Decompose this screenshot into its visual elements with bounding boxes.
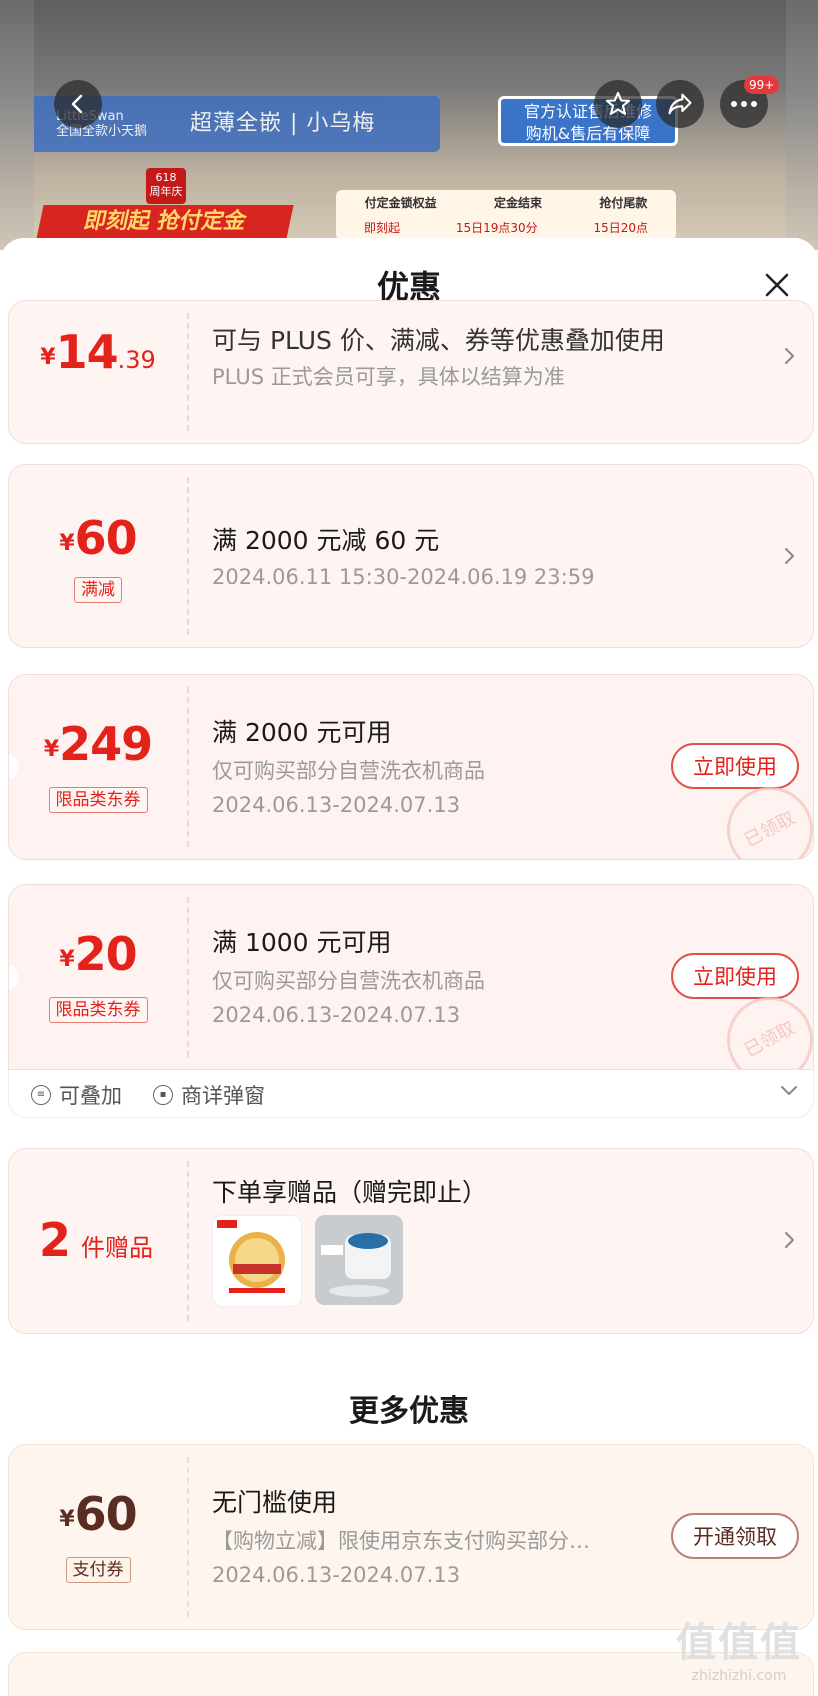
site-watermark: 值值值 zhizhizhi.com <box>676 1620 802 1684</box>
coupon-card-discount[interactable]: ¥60 满减 满 2000 元减 60 元 2024.06.11 15:30-2… <box>8 464 814 648</box>
promo-banner: 即刻起 抢付定金 <box>36 205 294 239</box>
card-divider <box>187 687 189 847</box>
coupon-card-20: ¥20 限品类东券 满 1000 元可用 仅可购买部分自营洗衣机商品 2024.… <box>8 884 814 1070</box>
deposit-step-2: 定金结束 <box>493 196 542 210</box>
close-button[interactable] <box>760 268 794 302</box>
activate-claim-button[interactable]: 开通领取 <box>671 1513 799 1559</box>
brand-text: 超薄全嵌 | 小乌梅 <box>190 111 376 136</box>
card-divider <box>187 897 189 1057</box>
coupon-amount: ¥60 <box>59 1487 137 1541</box>
payment-coupon-card: ¥60 支付券 无门槛使用 【购物立减】限使用京东支付购买部分… 2024.06… <box>8 1444 814 1630</box>
deposit-time-3: 15日20点 <box>593 221 649 235</box>
deposit-step-1: 付定金锁权益 <box>364 196 437 210</box>
coupon-validity: 2024.06.11 15:30-2024.06.19 23:59 <box>212 565 595 589</box>
official-badge: 官方认证售后维修 购机&售后有保障 <box>498 96 678 146</box>
coupon-title: 可与 PLUS 价、满减、券等优惠叠加使用 <box>212 326 665 355</box>
coupon-subtitle: PLUS 正式会员可享，具体以结算为准 <box>212 365 565 389</box>
product-hero-image: LittleSwan 全国全款小天鹅 超薄全嵌 | 小乌梅 官方认证售后维修 购… <box>0 0 818 250</box>
sheet-scroll-body[interactable]: ¥14.39 可与 PLUS 价、满减、券等优惠叠加使用 PLUS 正式会员可享… <box>0 300 818 1696</box>
coupon-type-tag: 限品类东券 <box>9 997 187 1023</box>
card-divider <box>187 477 189 635</box>
coupon-amount: ¥249 <box>43 717 153 771</box>
gift-card[interactable]: 2 件赠品 下单享赠品（赠完即止） <box>8 1148 814 1334</box>
use-now-button[interactable]: 立即使用 <box>671 953 799 999</box>
back-button[interactable] <box>54 80 102 128</box>
coupon-scope: 【购物立减】限使用京东支付购买部分… <box>212 1529 590 1553</box>
chevron-right-icon <box>785 548 794 564</box>
anniversary-badge: 618 周年庆 <box>146 168 186 204</box>
coupon-title: 满 2000 元可用 <box>212 718 392 747</box>
coupon-title: 无门槛使用 <box>212 1488 338 1517</box>
coupon-title: 满 2000 元减 60 元 <box>212 526 440 555</box>
coupon-validity: 2024.06.13-2024.07.13 <box>212 1003 461 1027</box>
more-offers-title: 更多优惠 <box>349 1394 469 1429</box>
detail-popup-tag: ▪ 商详弹窗 <box>153 1080 265 1110</box>
coupon-scope: 仅可购买部分自营洗衣机商品 <box>212 759 485 783</box>
coupon-type-tag: 限品类东券 <box>9 787 187 813</box>
deposit-time-1: 即刻起 <box>363 221 400 235</box>
chevron-down-icon[interactable] <box>779 1084 799 1098</box>
deposit-step-3: 抢付尾款 <box>599 196 648 210</box>
share-icon <box>668 93 692 115</box>
chevron-right-icon <box>785 348 794 364</box>
card-divider <box>187 1457 189 1617</box>
coupon-card-249: ¥249 限品类东券 满 2000 元可用 仅可购买部分自营洗衣机商品 2024… <box>8 674 814 860</box>
card-divider <box>187 1161 189 1321</box>
stackable-tag: ≡ 可叠加 <box>31 1080 122 1110</box>
popup-icon: ▪ <box>153 1085 173 1105</box>
chevron-right-icon <box>785 1232 794 1248</box>
coupon-type-tag: 满减 <box>9 577 187 603</box>
promotion-sheet: 优惠 ¥14.39 可与 PLUS 价、满减、券等优惠叠加使用 PLUS 正式会… <box>0 238 818 1696</box>
coupon-type-tag: 支付券 <box>9 1557 187 1583</box>
back-icon <box>71 94 83 114</box>
deposit-time-2: 15日19点30分 <box>455 221 538 235</box>
coupon-amount: ¥14.39 <box>40 325 156 379</box>
gift-title: 下单享赠品（赠完即止） <box>212 1178 488 1207</box>
coupon-validity: 2024.06.13-2024.07.13 <box>212 793 461 817</box>
coupon-amount: ¥60 <box>59 511 137 565</box>
more-icon <box>731 101 757 107</box>
card-divider <box>187 313 189 431</box>
coupon-footer[interactable]: ≡ 可叠加 ▪ 商详弹窗 <box>8 1070 814 1118</box>
coupon-scope: 仅可购买部分自营洗衣机商品 <box>212 969 485 993</box>
coupon-title: 满 1000 元可用 <box>212 928 392 957</box>
favorite-button[interactable] <box>594 80 642 128</box>
stack-icon: ≡ <box>31 1085 51 1105</box>
gift-image-2[interactable] <box>315 1215 403 1305</box>
use-now-button[interactable]: 立即使用 <box>671 743 799 789</box>
gift-count: 2 件赠品 <box>39 1213 154 1267</box>
coupon-card-plus[interactable]: ¥14.39 可与 PLUS 价、满减、券等优惠叠加使用 PLUS 正式会员可享… <box>8 300 814 444</box>
mini-washer-icon <box>315 1215 403 1305</box>
share-button[interactable] <box>656 80 704 128</box>
coupon-validity: 2024.06.13-2024.07.13 <box>212 1563 461 1587</box>
coupon-amount: ¥20 <box>59 927 137 981</box>
star-icon <box>605 91 631 115</box>
gift-badge-icon <box>217 1220 285 1293</box>
gift-image-1[interactable] <box>212 1215 302 1307</box>
deposit-timeline: 付定金锁权益 定金结束 抢付尾款 即刻起 15日19点30分 15日20点 <box>336 190 676 240</box>
close-icon <box>765 273 789 297</box>
message-badge: 99+ <box>744 76 780 94</box>
